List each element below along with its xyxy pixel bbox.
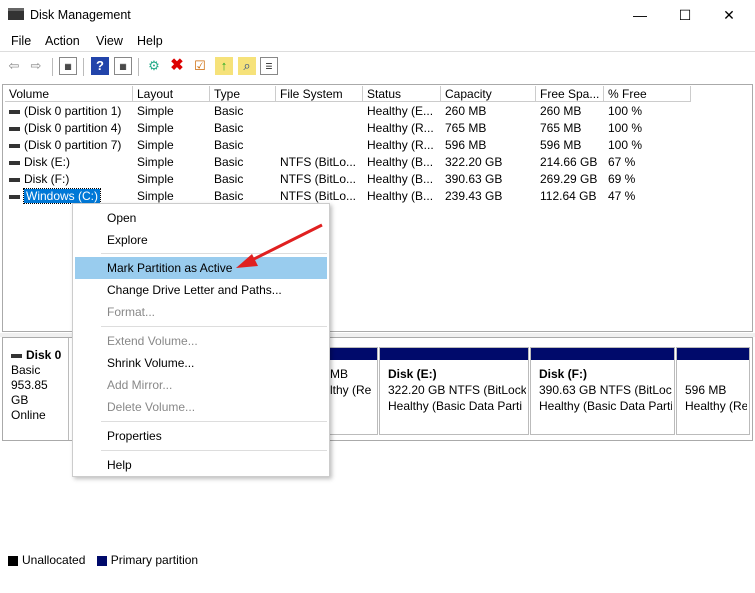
annotation-arrow <box>236 223 323 268</box>
